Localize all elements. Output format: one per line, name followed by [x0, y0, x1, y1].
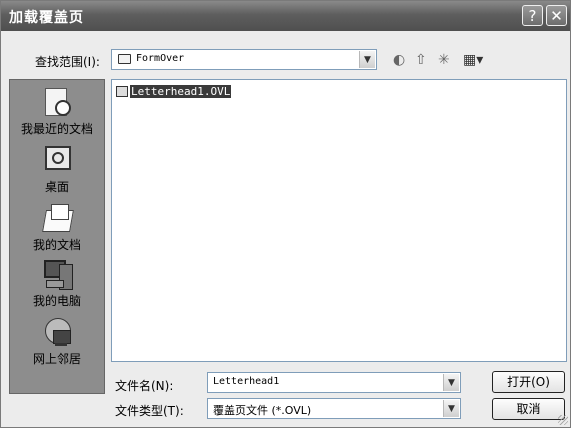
- place-label: 网上邻居: [32, 352, 81, 366]
- network-places-icon: [41, 316, 73, 348]
- recent-documents-icon: [41, 86, 73, 118]
- chevron-down-icon[interactable]: ▼: [359, 51, 375, 68]
- place-label: 我最近的文档: [20, 122, 93, 136]
- look-in-value: FormOver: [136, 53, 185, 64]
- resize-grip[interactable]: [558, 415, 568, 425]
- place-label: 我的电脑: [32, 294, 81, 308]
- place-label: 我的文档: [32, 238, 81, 252]
- file-type-value: 覆盖页文件 (*.OVL): [213, 404, 312, 417]
- chevron-down-icon[interactable]: ▼: [443, 374, 459, 391]
- views-menu-icon[interactable]: ▦▾: [463, 52, 483, 68]
- place-desktop[interactable]: 桌面: [10, 144, 104, 195]
- desktop-icon: [41, 144, 73, 176]
- my-computer-icon: [41, 258, 73, 290]
- list-item[interactable]: Letterhead1.OVL: [116, 84, 232, 99]
- look-in-combo[interactable]: FormOver ▼: [111, 49, 377, 70]
- title-bar[interactable]: 加载覆盖页 ? ✕: [1, 1, 570, 31]
- help-button[interactable]: ?: [522, 5, 543, 26]
- file-name: Letterhead1.OVL: [130, 84, 232, 98]
- file-type-label: 文件类型(T):: [115, 404, 184, 418]
- close-button[interactable]: ✕: [546, 5, 567, 26]
- file-type-select[interactable]: 覆盖页文件 (*.OVL) ▼: [207, 398, 461, 419]
- open-button[interactable]: 打开(O): [492, 371, 565, 393]
- place-my-documents[interactable]: 我的文档: [10, 202, 104, 253]
- my-documents-icon: [41, 202, 74, 234]
- open-dialog: 加载覆盖页 ? ✕ 查找范围(I): FormOver ▼ ◐ ⇧ ✳ ▦▾ 我…: [0, 0, 571, 428]
- file-list[interactable]: Letterhead1.OVL: [111, 79, 567, 362]
- places-bar: 我最近的文档 桌面 我的文档 我的电脑 网上邻居: [9, 79, 105, 394]
- folder-icon: [118, 54, 131, 64]
- file-name-input[interactable]: Letterhead1 ▼: [207, 372, 461, 393]
- window-title: 加载覆盖页: [9, 10, 84, 26]
- place-label: 桌面: [44, 180, 69, 194]
- file-name-label: 文件名(N):: [115, 379, 174, 393]
- up-folder-icon[interactable]: ⇧: [415, 52, 427, 68]
- file-name-value: Letterhead1: [213, 376, 280, 387]
- back-icon[interactable]: ◐: [393, 52, 405, 68]
- place-my-computer[interactable]: 我的电脑: [10, 258, 104, 309]
- cancel-button[interactable]: 取消: [492, 398, 565, 420]
- place-network[interactable]: 网上邻居: [10, 316, 104, 367]
- new-folder-icon[interactable]: ✳: [438, 52, 450, 68]
- place-recent-documents[interactable]: 我最近的文档: [10, 86, 104, 137]
- overlay-file-icon: [116, 85, 128, 97]
- chevron-down-icon[interactable]: ▼: [443, 400, 459, 417]
- look-in-label: 查找范围(I):: [35, 55, 100, 69]
